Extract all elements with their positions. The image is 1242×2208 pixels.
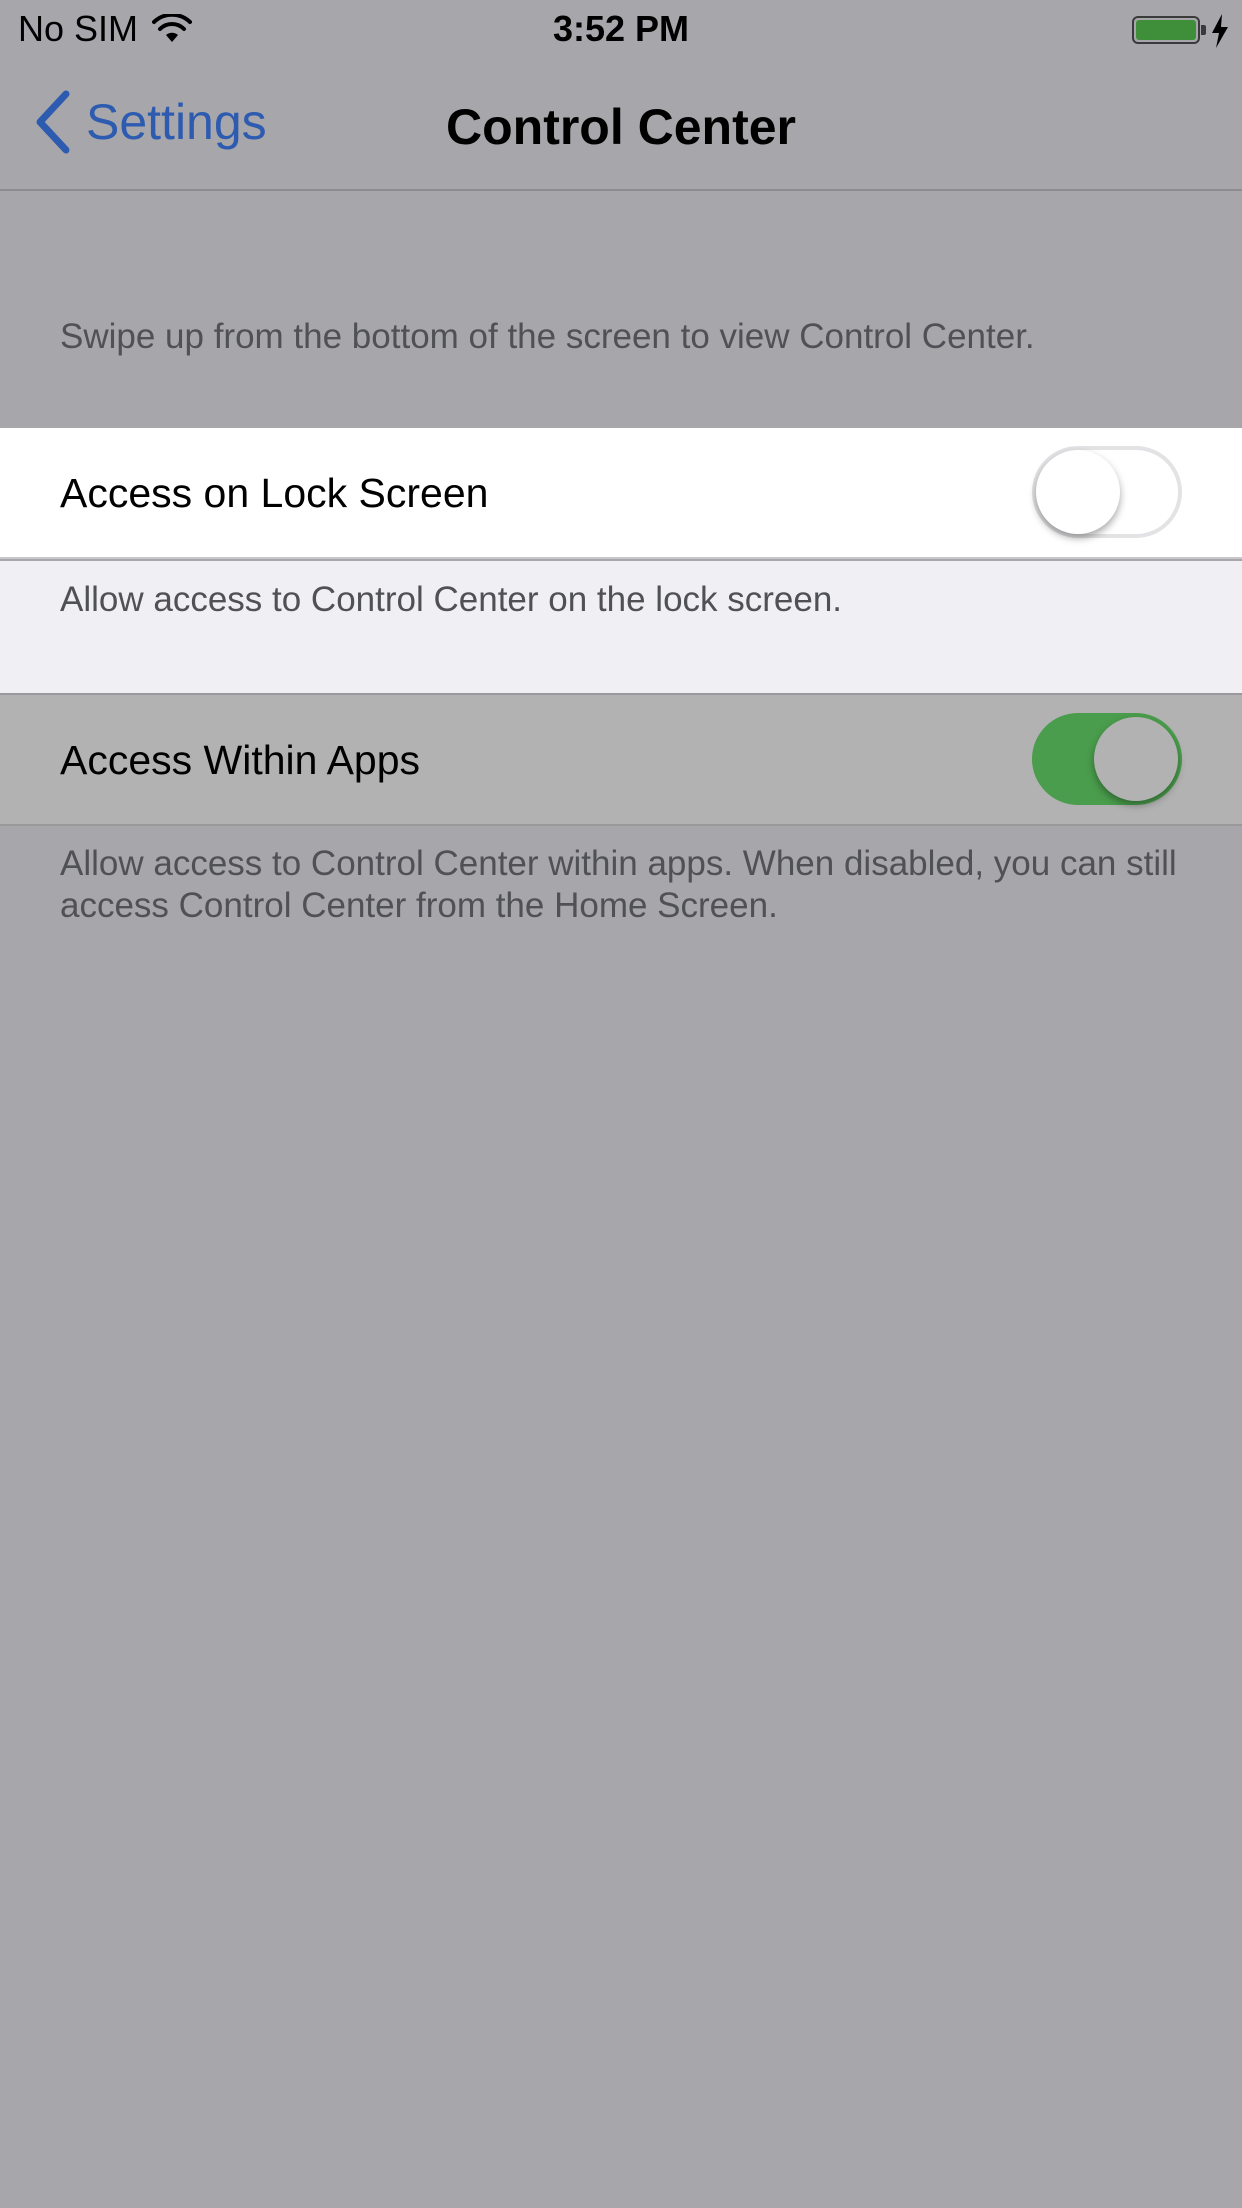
toggle-knob — [1094, 717, 1178, 801]
battery-icon — [1132, 16, 1200, 44]
navigation-bar: Settings Control Center — [0, 60, 1242, 191]
page-title: Control Center — [446, 99, 796, 155]
lock-screen-toggle[interactable] — [1032, 446, 1182, 538]
status-bar: No SIM 3:52 PM — [0, 0, 1242, 60]
toggle-knob — [1036, 450, 1120, 534]
within-apps-toggle[interactable] — [1032, 713, 1182, 805]
intro-text: Swipe up from the bottom of the screen t… — [60, 317, 1035, 356]
setting-label-within-apps: Access Within Apps — [60, 737, 421, 783]
lock-screen-footer-area: Allow access to Control Center on the lo… — [0, 561, 1242, 695]
setting-label-lock-screen: Access on Lock Screen — [60, 470, 489, 516]
setting-row-lock-screen: Access on Lock Screen — [0, 428, 1242, 559]
battery-tip — [1201, 25, 1206, 35]
setting-row-within-apps: Access Within Apps — [0, 695, 1242, 826]
battery-level — [1136, 20, 1196, 40]
status-time: 3:52 PM — [552, 8, 690, 49]
lock-screen-footer: Allow access to Control Center on the lo… — [60, 580, 843, 619]
within-apps-footer: Allow access to Control Center within ap… — [60, 844, 1177, 925]
charging-bolt-icon — [1212, 14, 1228, 48]
